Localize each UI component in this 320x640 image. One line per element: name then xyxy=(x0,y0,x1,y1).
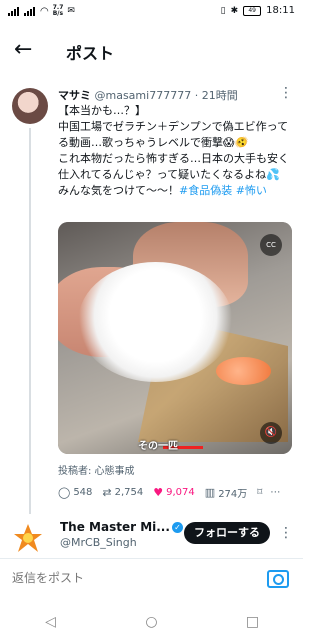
like-count: 9,074 xyxy=(166,486,195,498)
more-vertical-icon[interactable]: ⋮ xyxy=(279,85,293,101)
wifi-icon: ◠ xyxy=(40,5,49,17)
follow-button[interactable]: フォローする xyxy=(184,522,270,544)
battery-icon: 49 xyxy=(243,5,262,16)
video-overlay-text: その一匹 xyxy=(138,441,178,452)
status-bar: ◠ 7.7 B/s ✉ ▯ ✱ 49 18:11 xyxy=(0,0,303,24)
reply-input[interactable] xyxy=(12,571,242,585)
reply-bar xyxy=(0,559,303,603)
nav-home-icon[interactable]: ○ xyxy=(132,614,172,630)
tweet-actions: ◯ 548 ⇄ 2,754 ♥ 9,074 ▥ 274万 ⌑ ⋯ xyxy=(58,484,294,500)
tweet-line: みんな気をつけて〜〜！#食品偽装 #怖い xyxy=(58,184,267,197)
vibrate-icon: ▯ xyxy=(220,5,226,16)
bluetooth-icon: ✱ xyxy=(230,5,239,16)
nav-recents-icon[interactable]: □ xyxy=(233,614,273,630)
hashtag[interactable]: #食品偽装 xyxy=(179,184,232,197)
gel-shape xyxy=(78,262,233,382)
arrow-left-icon[interactable]: ← xyxy=(14,38,38,62)
recommend-handle[interactable]: @MrCB_Singh xyxy=(60,536,137,549)
tweet-text: 【本当かも…？】 中国工場でゼラチン＋デンプンで偽エビ作ってる動画…歌っちゃうレ… xyxy=(58,103,294,199)
tweet-line: 中国工場でゼラチン＋デンプンで偽エビ作ってる動画…歌っちゃうレベルで衝撃😱🫨 xyxy=(58,120,289,149)
share-icon[interactable]: ⋯ xyxy=(270,487,280,498)
like-action[interactable]: ♥ 9,074 xyxy=(153,486,195,499)
signal-icon xyxy=(24,6,36,16)
tweet-line: これ本物だったら怖すぎる…日本の大手も安く仕入れてるんじゃ？って疑いたくなるよね… xyxy=(58,152,289,181)
more-vertical-icon[interactable]: ⋮ xyxy=(279,525,293,541)
captions-icon[interactable]: CC xyxy=(260,234,282,256)
author-name[interactable]: マサミ xyxy=(58,89,91,102)
verified-icon: ✓ xyxy=(171,522,183,533)
retweet-count: 2,754 xyxy=(114,486,144,498)
nav-back-icon[interactable]: ◁ xyxy=(31,614,71,630)
clock: 18:11 xyxy=(266,5,295,16)
retweet-action[interactable]: ⇄ 2,754 xyxy=(102,486,143,499)
retweet-icon: ⇄ xyxy=(102,485,112,499)
reply-action[interactable]: ◯ 548 xyxy=(58,486,92,499)
heart-icon: ♥ xyxy=(153,485,164,499)
tweet-video[interactable]: CC 🔇 その一匹 xyxy=(58,222,292,454)
tweet-header: マサミ @masami777777 · 21時間 xyxy=(58,87,298,103)
reply-count: 548 xyxy=(73,486,93,498)
bookmark-icon[interactable]: ⌑ xyxy=(257,487,262,498)
page-title: ポスト xyxy=(66,44,115,63)
avatar[interactable] xyxy=(12,522,44,554)
system-nav-bar: ◁ ○ □ xyxy=(0,604,303,640)
reply-icon: ◯ xyxy=(58,485,71,499)
views-action[interactable]: ▥ 274万 xyxy=(205,485,248,500)
app-notification-icon: ✉ xyxy=(67,6,75,16)
tweet-line: 【本当かも…？】 xyxy=(58,104,146,117)
view-count: 274万 xyxy=(218,488,248,500)
hashtag[interactable]: #怖い xyxy=(236,184,267,197)
signal-icon xyxy=(8,6,20,16)
volume-mute-icon[interactable]: 🔇 xyxy=(260,422,282,444)
views-icon: ▥ xyxy=(204,485,216,499)
avatar[interactable] xyxy=(12,88,48,124)
top-bar: ← ポスト xyxy=(0,28,303,74)
network-speed: 7.7 B/s xyxy=(52,4,64,17)
author-handle[interactable]: @masami777777 xyxy=(95,89,192,102)
video-source-label[interactable]: 投稿者: 心態事成 xyxy=(58,462,135,477)
camera-icon[interactable] xyxy=(267,570,289,588)
shrimp-shape xyxy=(216,357,271,385)
recommend-name[interactable]: The Master Mi... ✓ xyxy=(60,520,183,534)
thread-line xyxy=(29,128,31,514)
tweet-time[interactable]: · 21時間 xyxy=(195,89,238,102)
